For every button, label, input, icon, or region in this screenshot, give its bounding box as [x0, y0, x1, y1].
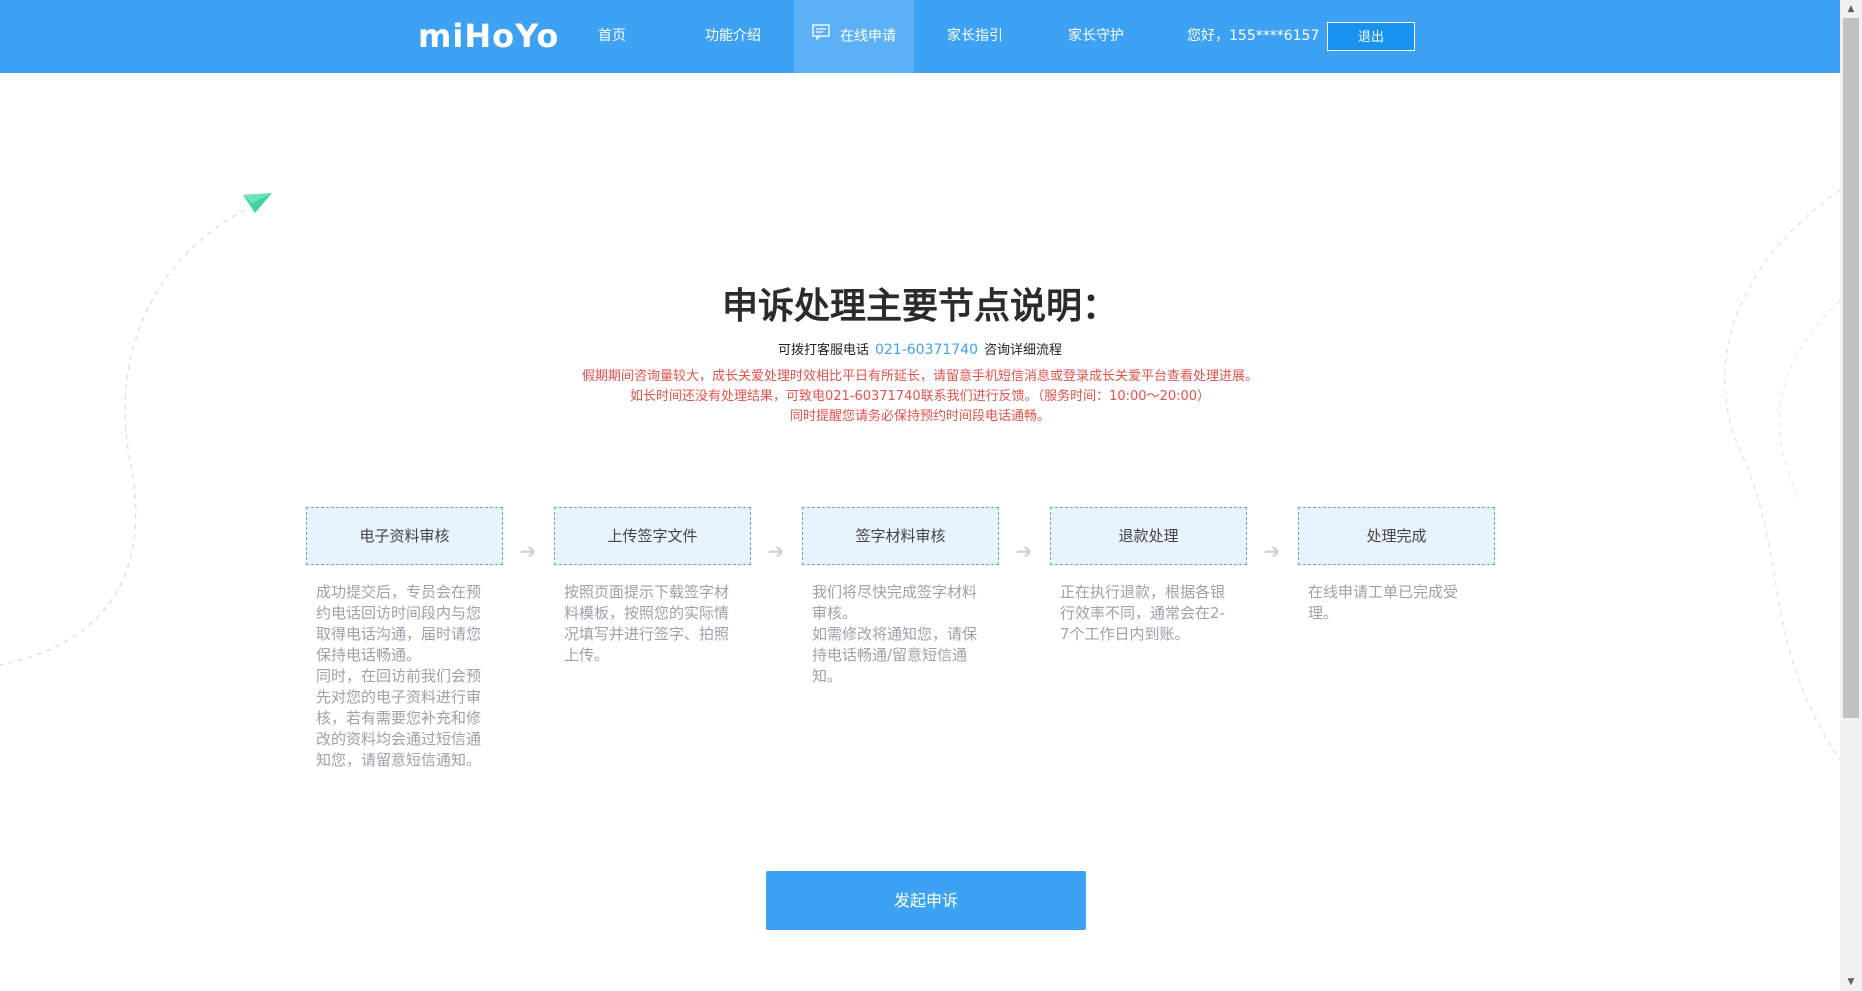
start-appeal-button[interactable]: 发起申诉 [766, 871, 1086, 930]
background-decoration [0, 189, 1840, 761]
scrollbar-thumb[interactable] [1843, 18, 1859, 718]
top-navigation-bar: miHoYo 首页 功能介绍 在线申请 家长指引 家长守护 您好，155****… [0, 0, 1840, 73]
step-upload-signature: 上传签字文件 [554, 507, 751, 565]
step-description: 成功提交后，专员会在预 约电话回访时间段内与您 取得电话沟通，届时请您 保持电话… [316, 583, 482, 769]
notice-line: 假期期间咨询量较大，成长关爱处理时效相比平日有所延长，请留意手机短信消息或登录成… [581, 369, 1258, 384]
step-description: 在线申请工单已完成受 理。 [1308, 583, 1459, 622]
nav-item-online-apply[interactable]: 在线申请 [794, 0, 914, 73]
scroll-down-icon[interactable]: ▼ [1844, 975, 1858, 989]
scroll-up-icon[interactable]: ▲ [1844, 2, 1858, 16]
step-refund: 退款处理 [1050, 507, 1247, 565]
step-electronic-review: 电子资料审核 [306, 507, 503, 565]
step-description: 我们将尽快完成签字材料 审核。 如需修改将通知您，请保 持电话畅通/留意短信通 … [812, 583, 978, 685]
nav-item-features[interactable]: 功能介绍 [692, 0, 774, 73]
nav-item-label: 家长指引 [947, 28, 1003, 44]
step-complete: 处理完成 [1298, 507, 1495, 565]
logout-button[interactable]: 退出 [1327, 22, 1415, 51]
arrow-right-icon: ➔ [1015, 539, 1033, 563]
notice-line: 同时提醒您请务必保持预约时间段电话通畅。 [789, 409, 1050, 424]
hotline-text: 可拨打客服电话 021-60371740 咨询详细流程 [0, 339, 1840, 358]
nav-item-home[interactable]: 首页 [578, 0, 646, 73]
page-title: 申诉处理主要节点说明： [721, 286, 1118, 327]
arrow-right-icon: ➔ [519, 539, 537, 563]
nav-item-parent-guard[interactable]: 家长守护 [1055, 0, 1137, 73]
arrow-right-icon: ➔ [767, 539, 785, 563]
arrow-right-icon: ➔ [1263, 539, 1281, 563]
nav-item-label: 在线申请 [840, 28, 896, 45]
hotline-phone: 021-60371740 [874, 342, 979, 358]
notice-line: 如长时间还没有处理结果，可致电021-60371740联系我们进行反馈。（服务时… [629, 389, 1211, 404]
step-description: 按照页面提示下载签字材 料模板，按照您的实际情 况填写并进行签字、拍照 上传。 [564, 583, 730, 664]
nav-item-label: 首页 [598, 28, 626, 44]
user-greeting: 您好，155****6157 [1187, 28, 1320, 44]
message-icon [812, 0, 830, 73]
nav-item-parent-guide[interactable]: 家长指引 [934, 0, 1016, 73]
hotline-suffix: 咨询详细流程 [984, 343, 1063, 358]
mihoyo-logo[interactable]: miHoYo [418, 18, 559, 54]
step-description: 正在执行退款，根据各银 行效率不同，通常会在2- 7个工作日内到账。 [1060, 583, 1226, 643]
paper-plane-icon [243, 193, 272, 213]
step-signature-review: 签字材料审核 [802, 507, 999, 565]
nav-item-label: 家长守护 [1068, 28, 1124, 44]
nav-item-label: 功能介绍 [705, 28, 761, 44]
hotline-prefix: 可拨打客服电话 [777, 343, 869, 358]
